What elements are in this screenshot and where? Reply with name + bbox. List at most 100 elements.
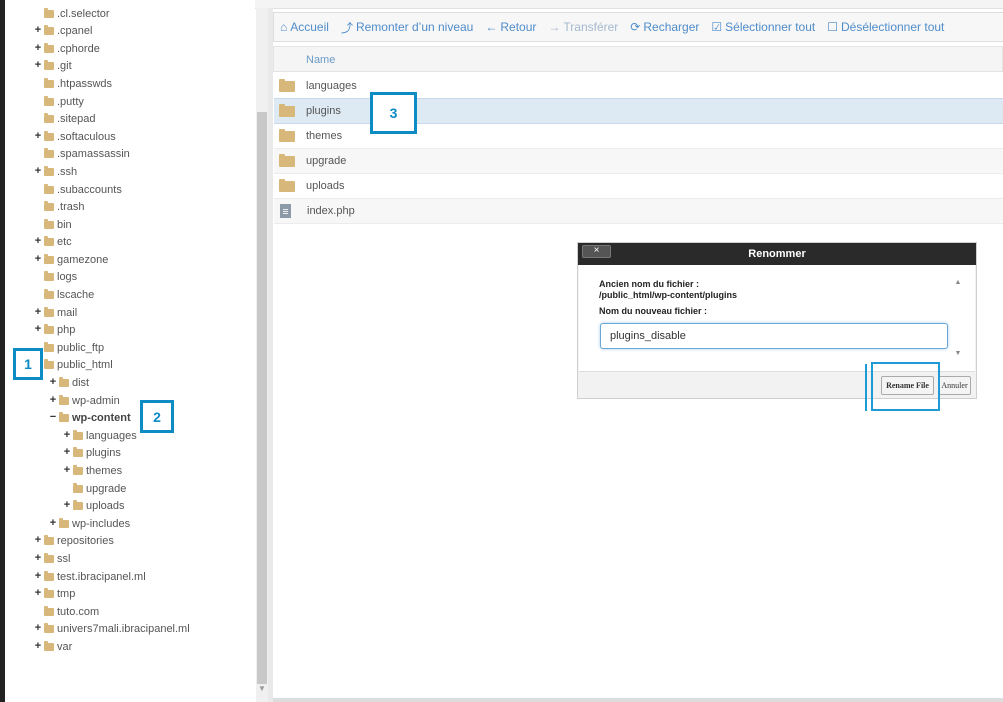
expand-toggle[interactable]: + (33, 535, 43, 546)
up-one-level-button[interactable]: ⤴ Remonter d’un niveau (335, 14, 479, 40)
reload-button[interactable]: ⟳ Recharger (624, 14, 705, 40)
expand-toggle[interactable]: + (33, 236, 43, 247)
home-icon: ⌂ (280, 20, 288, 34)
tree-item[interactable]: + wp-includes (48, 515, 130, 532)
expand-toggle[interactable]: + (33, 307, 43, 318)
tree-item[interactable]: + gamezone (33, 251, 108, 268)
tree-item[interactable]: + repositories (33, 532, 114, 549)
tree-item[interactable]: + etc (33, 233, 72, 250)
pane-divider[interactable] (268, 8, 273, 702)
home-button[interactable]: ⌂ Accueil (274, 14, 335, 40)
tree-item[interactable]: + .git (33, 57, 72, 74)
tree-item[interactable]: + themes (62, 462, 122, 479)
tree-item[interactable]: + plugins (62, 444, 121, 461)
expand-toggle[interactable]: + (62, 430, 72, 441)
folder-icon (44, 640, 54, 651)
file-row[interactable]: upgrade (274, 149, 1003, 174)
folder-icon (44, 95, 54, 106)
column-header-name[interactable]: Name (273, 46, 1003, 72)
new-name-input[interactable] (600, 323, 948, 349)
tree-item[interactable]: + .cphorde (33, 40, 100, 57)
folder-icon (279, 128, 295, 142)
tree-item[interactable]: public_ftp (33, 339, 104, 356)
expand-toggle[interactable]: + (48, 518, 58, 529)
expand-toggle[interactable]: + (33, 571, 43, 582)
folder-icon (44, 112, 54, 123)
tree-item[interactable]: .htpasswds (33, 75, 112, 92)
tree-item[interactable]: + php (33, 321, 75, 338)
cancel-button[interactable]: Annuler (938, 376, 971, 395)
tree-item[interactable]: lscache (33, 286, 94, 303)
tree-item[interactable]: −public_html (33, 356, 113, 373)
tree-item[interactable]: + var (33, 638, 72, 655)
select-all-button[interactable]: ☑ Sélectionner tout (705, 14, 821, 40)
tree-scrollbar[interactable]: ▼ (256, 8, 268, 702)
tree-item[interactable]: logs (33, 268, 77, 285)
tree-item[interactable]: tuto.com (33, 603, 99, 620)
tree-item[interactable]: + .softaculous (33, 128, 116, 145)
tree-item[interactable]: + languages (62, 427, 137, 444)
expand-toggle[interactable]: + (33, 553, 43, 564)
deselect-all-button[interactable]: ☐ Désélectionner tout (821, 14, 950, 40)
arrow-right-icon: → (548, 20, 561, 34)
expand-toggle[interactable]: + (33, 43, 43, 54)
tree-item[interactable]: + .ssh (33, 163, 77, 180)
tree-item-active[interactable]: − wp-content (48, 409, 131, 426)
expand-toggle[interactable]: + (62, 447, 72, 458)
checkbox-empty-icon: ☐ (827, 20, 838, 34)
checkbox-checked-icon: ☑ (711, 20, 723, 34)
folder-icon (44, 235, 54, 246)
tree-item[interactable]: + wp-admin (48, 392, 120, 409)
folder-icon (44, 165, 54, 176)
annotation-marker-2: 2 (140, 400, 174, 433)
expand-toggle[interactable]: + (33, 254, 43, 265)
expand-toggle[interactable]: + (48, 377, 58, 388)
scroll-up-arrow-icon[interactable]: ▲ (953, 279, 963, 286)
folder-icon (44, 130, 54, 141)
expand-toggle[interactable]: + (33, 60, 43, 71)
tree-item[interactable]: .cl.selector (33, 5, 110, 22)
folder-icon (59, 376, 69, 387)
tree-item[interactable]: .spamassassin (33, 145, 130, 162)
tree-item[interactable]: + tmp (33, 585, 75, 602)
expand-toggle[interactable]: + (33, 25, 43, 36)
expand-toggle[interactable]: + (62, 465, 72, 476)
expand-toggle[interactable]: + (33, 623, 43, 634)
expand-toggle[interactable]: + (33, 131, 43, 142)
tree-scrollbar-thumb[interactable] (257, 112, 267, 684)
tree-item[interactable]: .putty (33, 93, 84, 110)
scroll-down-arrow-icon[interactable]: ▼ (256, 684, 268, 694)
expand-toggle[interactable]: + (62, 500, 72, 511)
tree-item[interactable]: upgrade (62, 480, 126, 497)
horizontal-scrollbar[interactable] (273, 698, 1003, 702)
tree-item[interactable]: .sitepad (33, 110, 96, 127)
expand-toggle[interactable]: + (48, 395, 58, 406)
expand-toggle[interactable]: + (33, 588, 43, 599)
tree-item[interactable]: + uploads (62, 497, 125, 514)
expand-toggle[interactable]: + (33, 324, 43, 335)
tree-item[interactable]: + .cpanel (33, 22, 92, 39)
tree-item[interactable]: bin (33, 216, 72, 233)
tree-item[interactable]: .trash (33, 198, 85, 215)
folder-icon (73, 446, 83, 457)
expand-toggle[interactable]: + (33, 641, 43, 652)
tree-item[interactable]: + test.ibracipanel.ml (33, 568, 146, 585)
dialog-scrollbar[interactable]: ▲ ▼ (953, 279, 963, 357)
tree-item[interactable]: + mail (33, 304, 77, 321)
collapse-toggle[interactable]: − (48, 412, 58, 423)
folder-icon (44, 587, 54, 598)
tree-item[interactable]: + univers7mali.ibracipanel.ml (33, 620, 190, 637)
file-row[interactable]: index.php (274, 199, 1003, 224)
tree-item[interactable]: + dist (48, 374, 89, 391)
folder-icon (279, 178, 295, 192)
back-button[interactable]: ← Retour (479, 14, 542, 40)
scroll-down-arrow-icon[interactable]: ▼ (953, 350, 963, 357)
folder-icon (279, 153, 295, 167)
file-row[interactable]: uploads (274, 174, 1003, 199)
folder-icon (73, 429, 83, 440)
tree-item[interactable]: + ssl (33, 550, 70, 567)
folder-icon (44, 147, 54, 158)
forward-button[interactable]: → Transférer (542, 14, 624, 40)
tree-item[interactable]: .subaccounts (33, 181, 122, 198)
expand-toggle[interactable]: + (33, 166, 43, 177)
